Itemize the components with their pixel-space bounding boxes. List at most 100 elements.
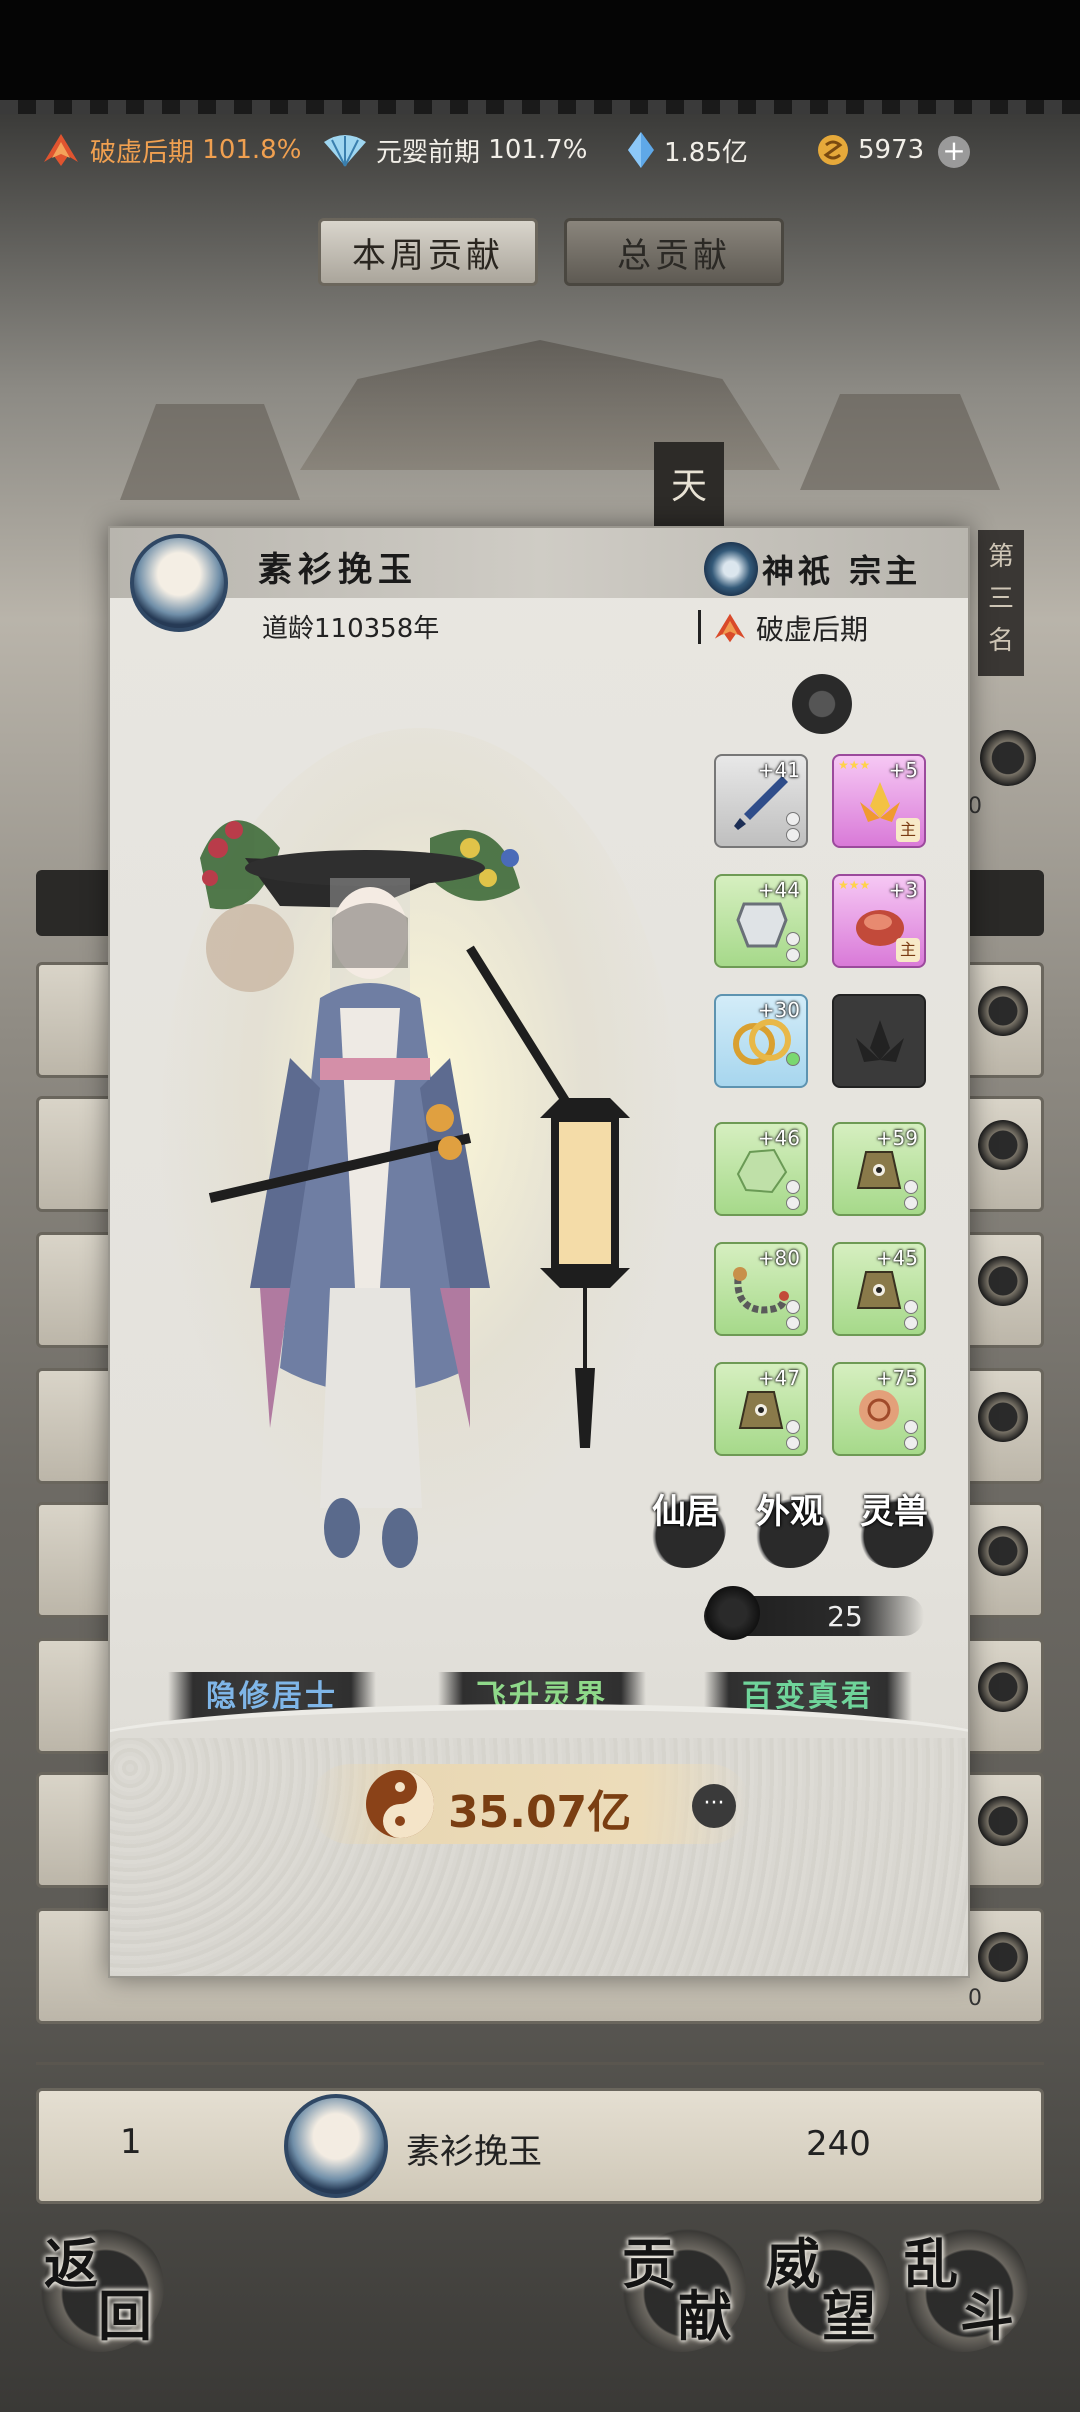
contribute-button[interactable]: 贡 献: [616, 2222, 746, 2352]
plus-icon: +: [942, 134, 966, 167]
equip-dots: [786, 1418, 800, 1450]
equip-slot-ring[interactable]: +30: [714, 994, 808, 1088]
prestige-button[interactable]: 威 望: [760, 2222, 890, 2352]
add-currency-button[interactable]: +: [938, 136, 970, 168]
toggle-view-button[interactable]: [792, 674, 852, 734]
my-rank-number: 1: [120, 2122, 142, 2162]
more-options-button[interactable]: ···: [692, 1784, 736, 1828]
tab-total-contribution[interactable]: 总贡献: [564, 218, 784, 286]
equip-level: +30: [757, 998, 800, 1022]
equip-slot-artifact[interactable]: ★★★ +5 主: [832, 754, 926, 848]
character-illustration: [200, 820, 630, 1568]
my-name: 素衫挽玉: [406, 2132, 542, 2172]
prestige-char-1: 威: [766, 2232, 820, 2296]
equip-level: +75: [875, 1366, 918, 1390]
tower-plaque: 天: [654, 442, 724, 532]
brawl-button[interactable]: 乱 斗: [898, 2222, 1028, 2352]
equip-dots: [786, 810, 800, 842]
spirit-beast-label: 灵兽: [860, 1492, 928, 1532]
equip-level: +46: [757, 1126, 800, 1150]
row-medal-icon: [978, 1256, 1028, 1306]
row-medal-icon: [978, 1932, 1028, 1982]
player-info-modal: 素衫挽玉 道龄110358年 神祇 宗主 破虚后期 +41 ★★★ +5 主 +…: [108, 526, 970, 1978]
realm-stat-2: 元婴前期 101.7%: [322, 128, 587, 172]
currency-value: 5973: [858, 135, 925, 165]
my-score: 240: [806, 2124, 871, 2164]
equip-level: +47: [757, 1366, 800, 1390]
equip-dots: [904, 1298, 918, 1330]
equip-level: +59: [875, 1126, 918, 1150]
equip-slot-whip[interactable]: +80: [714, 1242, 808, 1336]
top-black-bar: [0, 0, 1080, 110]
equip-slot-orb[interactable]: +75: [832, 1362, 926, 1456]
equip-slot-bell-3[interactable]: +47: [714, 1362, 808, 1456]
sect-title: 神祇 宗主: [762, 552, 922, 590]
residence-label: 仙居: [652, 1492, 720, 1532]
rank-badge: 第 三 名: [978, 530, 1024, 676]
realm-stat-1: 破虚后期 101.8%: [40, 128, 301, 172]
equip-level: +5: [888, 758, 918, 782]
contribute-char-1: 贡: [622, 2232, 676, 2296]
back-char-2: 回: [98, 2284, 152, 2348]
star-icons: ★★★: [838, 878, 871, 892]
appearance-button[interactable]: 外观: [750, 1488, 830, 1568]
equip-slot-jade[interactable]: +46: [714, 1122, 808, 1216]
equip-level: +41: [757, 758, 800, 782]
row-medal-icon: [978, 1662, 1028, 1712]
equip-slot-bell-2[interactable]: +45: [832, 1242, 926, 1336]
equip-dots: [786, 1178, 800, 1210]
back-char-1: 返: [44, 2232, 98, 2296]
residence-button[interactable]: 仙居: [646, 1488, 726, 1568]
tab-weekly-label: 本周贡献: [352, 235, 504, 276]
appearance-label: 外观: [756, 1492, 824, 1532]
flame-realm-icon: [44, 134, 78, 166]
tab-weekly-contribution[interactable]: 本周贡献: [318, 218, 538, 286]
equip-slot-locked[interactable]: [832, 994, 926, 1088]
row-medal-icon: [978, 1526, 1028, 1576]
player-avatar[interactable]: [130, 534, 228, 632]
my-avatar[interactable]: [284, 2094, 388, 2198]
equip-dots: [904, 1418, 918, 1450]
decorative-border: [0, 100, 1080, 114]
list-value: 0: [968, 1986, 982, 2011]
sect-emblem-icon: [704, 542, 758, 596]
tab-total-label: 总贡献: [617, 235, 731, 276]
prestige-char-2: 望: [822, 2284, 876, 2348]
spirit-stone-stat[interactable]: 1.85亿: [626, 128, 748, 172]
realm-2-name: 元婴前期: [376, 137, 481, 168]
player-realm: 破虚后期: [710, 608, 868, 648]
coin-icon: [818, 135, 848, 165]
row-medal-icon: [978, 1120, 1028, 1170]
equip-dots: [786, 1050, 800, 1080]
yin-yang-icon: [366, 1770, 434, 1838]
equip-level: +80: [757, 1246, 800, 1270]
main-badge: 主: [896, 938, 920, 962]
equip-level: +45: [875, 1246, 918, 1270]
tower-char: 天: [670, 466, 707, 507]
equip-dots: [786, 1298, 800, 1330]
realm-1-name: 破虚后期: [90, 137, 195, 168]
equip-dots: [904, 1178, 918, 1210]
row-medal-icon: [978, 1796, 1028, 1846]
player-age: 道龄110358年: [262, 614, 440, 644]
realm-divider: [698, 610, 701, 644]
spirit-stone-icon: [628, 132, 654, 168]
level-icon: [706, 1586, 760, 1640]
more-icon: ···: [703, 1791, 725, 1816]
row-medal-icon: [978, 1392, 1028, 1442]
back-button[interactable]: 返 回: [34, 2222, 164, 2352]
equip-slot-weapon[interactable]: +41: [714, 754, 808, 848]
brawl-char-2: 斗: [960, 2284, 1014, 2348]
rank-medal-icon: [980, 730, 1036, 786]
equip-slot-armor[interactable]: +44: [714, 874, 808, 968]
rank-badge-char: 名: [987, 626, 1014, 656]
equip-slot-treasure[interactable]: ★★★ +3 主: [832, 874, 926, 968]
equip-slot-bell-1[interactable]: +59: [832, 1122, 926, 1216]
main-badge: 主: [896, 818, 920, 842]
spirit-beast-button[interactable]: 灵兽: [854, 1488, 934, 1568]
divider: [36, 2062, 1044, 2065]
brawl-char-1: 乱: [904, 2232, 958, 2296]
rank-badge-char: 第: [987, 542, 1014, 572]
equip-dots: [786, 930, 800, 962]
lotus-locked-icon: [856, 1020, 904, 1062]
